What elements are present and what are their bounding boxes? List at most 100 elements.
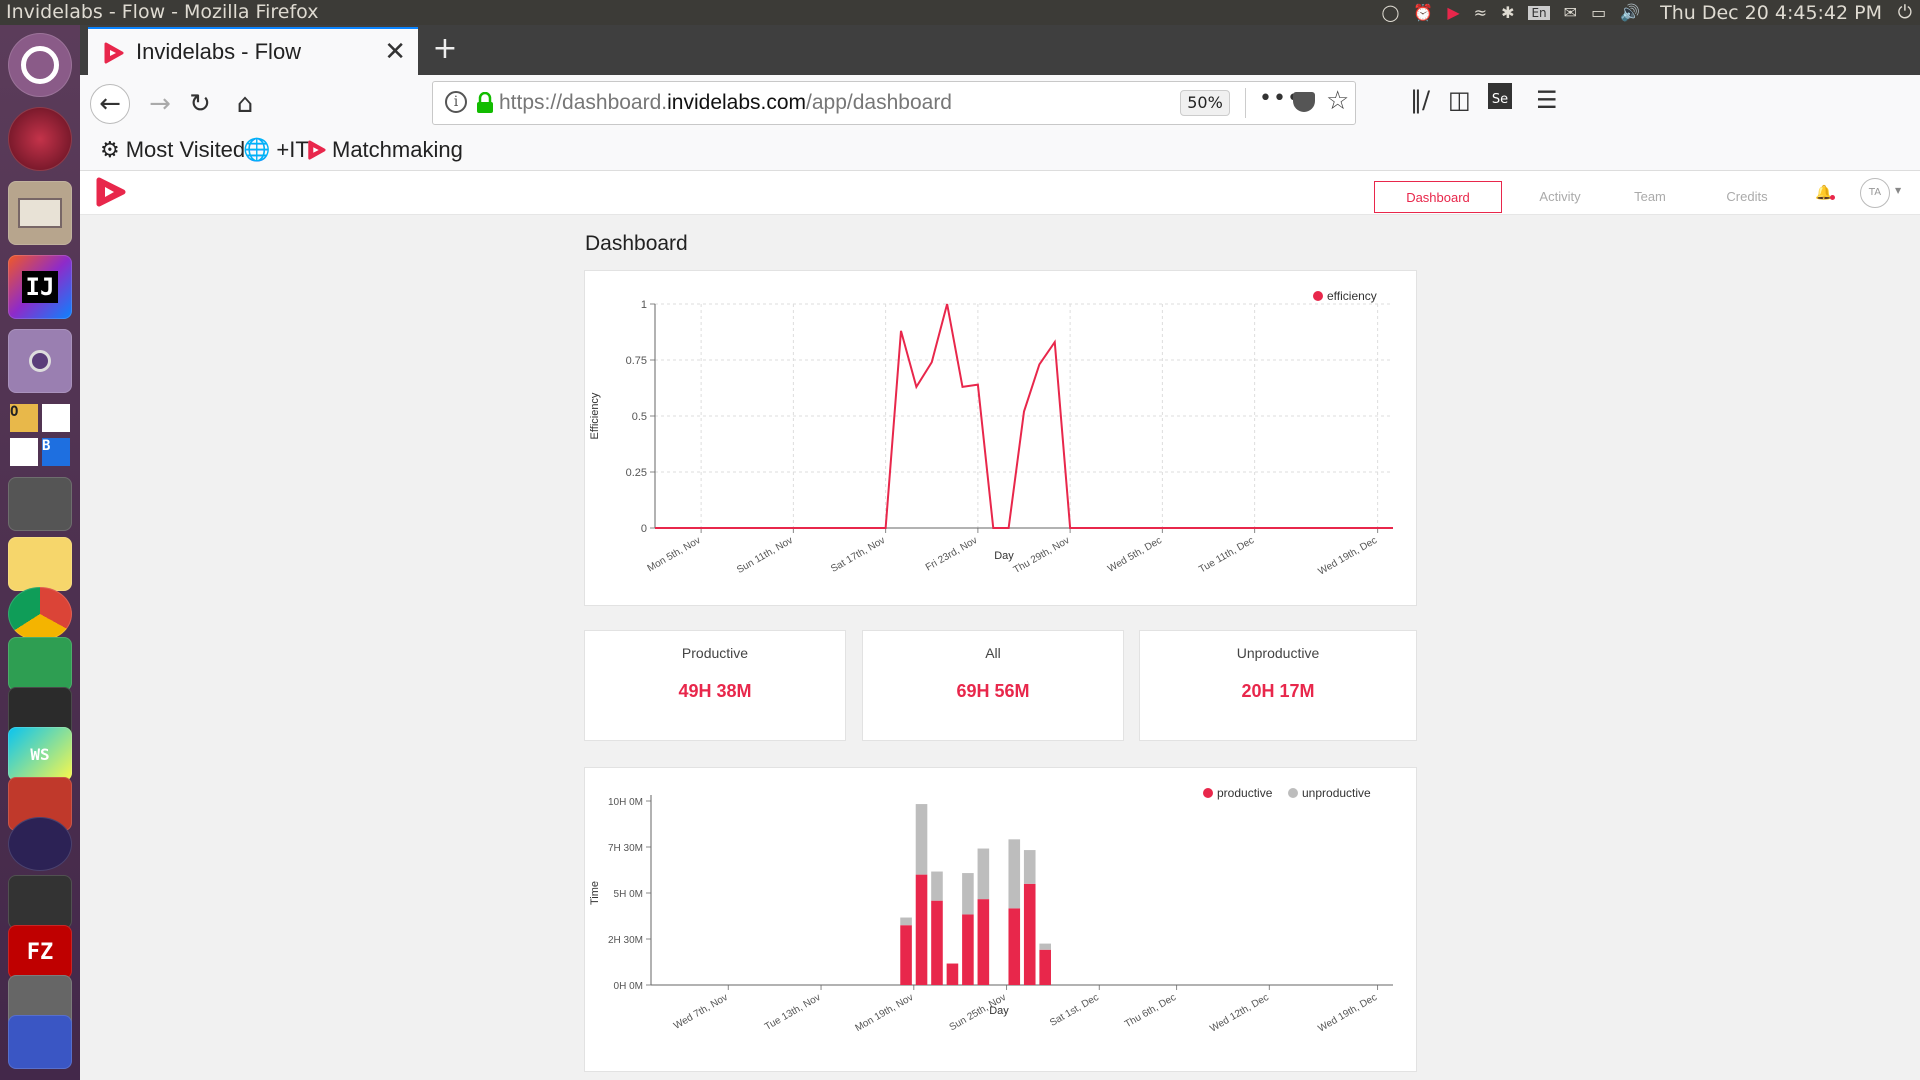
spreadsheet-icon[interactable] [8, 637, 72, 691]
nav-team[interactable]: Team [1610, 181, 1690, 213]
url-text[interactable]: https://dashboard.invidelabs.com/app/das… [499, 91, 952, 115]
bar-unproductive [915, 804, 928, 875]
stat-card-unproductive: Unproductive 20H 17M [1139, 630, 1417, 741]
x-tick-label: Sun 11th, Nov [735, 535, 795, 576]
page-title: Dashboard [585, 232, 688, 255]
stat-value: 49H 38M [678, 681, 752, 701]
y-tick-label: 0.25 [626, 467, 647, 479]
bookmark-matchmaking[interactable]: Matchmaking [306, 137, 463, 163]
chrome-icon[interactable] [8, 587, 72, 641]
library-icon[interactable]: ‖∕ [1410, 86, 1430, 114]
lock-icon [477, 92, 493, 113]
dev-tool-icon[interactable] [8, 1015, 72, 1069]
y-axis-label: Efficiency [589, 392, 601, 439]
stat-card-all: All 69H 56M [862, 630, 1124, 741]
bookmark-most-visited[interactable]: ⚙ Most Visited [100, 137, 245, 163]
notification-bell-icon[interactable]: 🔔 [1815, 185, 1836, 201]
y-tick-label: 0H 0M [614, 981, 643, 992]
system-tray: ◯ ⏰ ▶ ≈ ✱ En ✉ ▭ 🔊 Thu Dec 20 4:45:42 PM [1382, 0, 1882, 25]
zoom-indicator[interactable]: 50% [1180, 90, 1230, 116]
mail-icon[interactable]: ✉ [1564, 3, 1577, 22]
power-icon[interactable]: ⏻ [1898, 0, 1912, 25]
stat-value: 20H 17M [1241, 681, 1315, 701]
keyboard-layout-indicator[interactable]: En [1528, 5, 1550, 20]
chevron-down-icon[interactable]: ▼ [1895, 186, 1901, 195]
x-tick-label: Thu 29th, Nov [1012, 535, 1072, 576]
volume-icon[interactable]: 🔊 [1620, 3, 1640, 22]
calculator-icon[interactable] [8, 477, 72, 531]
y-tick-label: 2H 30M [608, 935, 643, 946]
forward-button[interactable]: → [140, 84, 180, 124]
bookmark-star-icon[interactable]: ☆ [1326, 86, 1349, 116]
x-tick-label: Wed 7th, Nov [672, 992, 730, 1032]
bulb-icon[interactable]: ◯ [1382, 3, 1400, 22]
url-bar[interactable]: i https://dashboard.invidelabs.com/app/d… [432, 81, 1356, 125]
x-tick-label: Sat 1st, Dec [1048, 992, 1101, 1029]
y-tick-label: 1 [641, 299, 647, 311]
notes-icon[interactable] [8, 537, 72, 591]
selenium-extension-icon[interactable]: Se [1488, 83, 1512, 109]
x-tick-label: Thu 6th, Dec [1123, 992, 1178, 1030]
pocket-icon[interactable] [1293, 92, 1315, 112]
bookmark-it[interactable]: 🌐 +IT [243, 137, 309, 163]
app-launcher-icon-red[interactable] [8, 107, 72, 171]
bar-productive [962, 914, 974, 985]
tools-icon[interactable] [8, 875, 72, 929]
filezilla-icon[interactable]: FZ [8, 925, 72, 979]
flow-tray-icon[interactable]: ▶ [1447, 3, 1459, 22]
ubuntu-dash-icon[interactable] [8, 33, 72, 97]
x-tick-label: Tue 11th, Dec [1197, 535, 1256, 575]
eclipse-icon[interactable] [8, 817, 72, 871]
time-chart-card: 0H 0M 2H 30M 5H 0M 7H 30M 10H 0M Wed 7th, Nov… [584, 767, 1417, 1072]
x-tick-label: Mon 5th, Nov [646, 535, 703, 574]
flow-logo-icon[interactable] [94, 177, 126, 207]
x-tick-label: Sat 17th, Nov [829, 535, 887, 575]
legend-label-productive: productive [1217, 786, 1273, 800]
new-tab-button[interactable]: + [425, 31, 465, 69]
hamburger-menu-icon[interactable]: ☰ [1536, 86, 1558, 114]
reload-button[interactable]: ↻ [180, 84, 220, 124]
office-apps-icon[interactable]: O B [8, 403, 72, 467]
y-tick-label: 7H 30M [608, 843, 643, 854]
nav-dashboard[interactable]: Dashboard [1374, 181, 1502, 213]
bar-unproductive [977, 848, 990, 900]
stat-label: All [985, 645, 1001, 661]
intellij-icon[interactable]: IJ [8, 255, 72, 319]
camera-app-icon[interactable] [8, 329, 72, 393]
x-tick-label: Wed 5th, Dec [1106, 535, 1164, 575]
system-top-bar: Invidelabs - Flow - Mozilla Firefox ◯ ⏰ … [0, 0, 1920, 25]
legend-marker-productive [1203, 788, 1213, 798]
nav-credits[interactable]: Credits [1707, 181, 1787, 213]
bluetooth-icon[interactable]: ✱ [1501, 3, 1514, 22]
webstorm-icon[interactable]: WS [8, 727, 72, 781]
back-button[interactable]: ← [90, 84, 130, 124]
wifi-icon[interactable]: ≈ [1474, 3, 1487, 22]
y-axis-label: Time [589, 881, 601, 905]
bar-productive [977, 899, 990, 985]
avatar[interactable]: TA [1860, 178, 1890, 208]
site-info-icon[interactable]: i [445, 91, 467, 113]
clock[interactable]: Thu Dec 20 4:45:42 PM [1660, 2, 1882, 24]
x-tick-label: Wed 19th, Dec [1316, 992, 1379, 1035]
bar-productive [915, 874, 928, 985]
window-title: Invidelabs - Flow - Mozilla Firefox [6, 1, 319, 23]
bar-productive [1039, 949, 1051, 985]
home-button[interactable]: ⌂ [225, 84, 265, 124]
battery-icon[interactable]: ▭ [1591, 3, 1606, 22]
close-tab-icon[interactable]: ✕ [384, 37, 406, 67]
navigation-toolbar: ← → ↻ ⌂ i https://dashboard.invidelabs.c… [80, 75, 1920, 133]
unity-launcher: IJ O B WS FZ [0, 25, 80, 1080]
browser-tab[interactable]: Invidelabs - Flow ✕ [88, 27, 418, 75]
time-chart: 0H 0M 2H 30M 5H 0M 7H 30M 10H 0M Wed 7th, Nov… [589, 786, 1393, 1035]
y-tick-label: 0.75 [626, 355, 647, 367]
sidebar-icon[interactable]: ◫ [1448, 86, 1471, 114]
alarm-icon[interactable]: ⏰ [1413, 3, 1433, 22]
y-tick-label: 10H 0M [608, 797, 643, 808]
bar-productive [1023, 883, 1036, 985]
bar-productive [931, 900, 943, 985]
nav-activity[interactable]: Activity [1520, 181, 1600, 213]
url-bar-divider [1245, 88, 1246, 118]
files-icon[interactable] [8, 181, 72, 245]
bar-unproductive [931, 871, 943, 901]
bar-unproductive [1023, 850, 1036, 884]
